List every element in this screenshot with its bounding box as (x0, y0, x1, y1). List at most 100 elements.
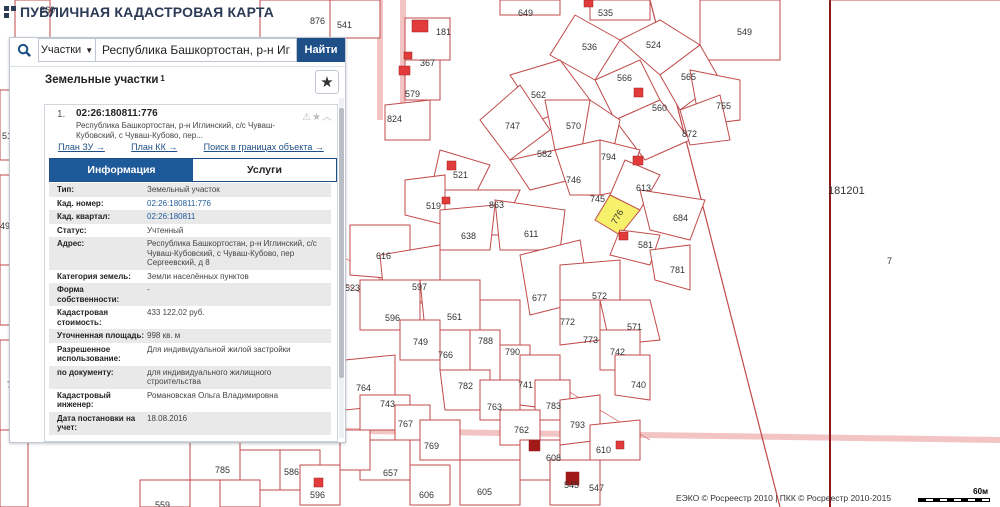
plot-label: 519 (426, 201, 441, 211)
plot-label: 610 (596, 445, 611, 455)
star-icon[interactable]: ★ (312, 112, 322, 123)
attribute-row: Адрес: Республика Башкортостан, р-н Иглин… (49, 237, 331, 270)
attribute-value[interactable]: 02:26:180811:776 (147, 199, 331, 209)
warning-icon[interactable]: ⚠ (302, 112, 312, 123)
plot-label: 536 (582, 42, 597, 52)
card-actions: ⚠★︿ (302, 108, 333, 123)
attribute-value: Романовская Ольга Владимировна (147, 390, 279, 400)
attribute-key: Категория земель: (57, 271, 131, 281)
collapse-icon[interactable]: ︿ (322, 112, 333, 123)
plot-label: 524 (646, 40, 661, 50)
plot-label: 788 (478, 336, 493, 346)
scale-bar: 60м (918, 487, 990, 503)
plot-label: 742 (610, 347, 625, 357)
object-card-header: 1. 02:26:180811:776 Республика Башкортос… (45, 105, 337, 155)
attribute-row: Статус: Учтенный (49, 224, 331, 238)
plot-label: 559 (155, 500, 170, 507)
plot-label: 586 (284, 467, 299, 477)
plot-label: 785 (215, 465, 230, 475)
attribute-value[interactable]: 02:26:180811 (147, 212, 331, 222)
attribute-value: Для индивидуальной жилой застройки (147, 344, 291, 354)
attribute-key: Кад. номер: (57, 198, 104, 208)
tab-info[interactable]: Информация (50, 159, 193, 181)
plan-zu-link[interactable]: План ЗУ → (58, 142, 105, 154)
attribute-key: Адрес: (57, 239, 85, 248)
plot-label: 677 (532, 293, 547, 303)
find-button[interactable]: Найти (297, 38, 345, 62)
search-panel: Участки ▼ Найти Земельные участки1 ★ 1. … (9, 37, 346, 443)
attribute-key: Форма собственности: (57, 285, 120, 304)
attribute-value: - (147, 285, 150, 294)
attribute-row: Тип: Земельный участок (49, 183, 331, 197)
attribute-value: 998 кв. м (147, 331, 181, 340)
attribute-value: Земельный участок (147, 185, 220, 194)
plan-kk-link[interactable]: План КК → (131, 142, 177, 154)
plot-label: 790 (505, 347, 520, 357)
plot-label: 565 (681, 72, 696, 82)
search-input[interactable] (95, 38, 297, 62)
plot-label: 367 (420, 58, 435, 68)
plot-label: 570 (566, 121, 581, 131)
plot-label: 616 (376, 251, 391, 261)
plot-label: 749 (413, 337, 428, 347)
plot-label: 545 (564, 480, 579, 490)
chevron-down-icon: ▼ (85, 45, 94, 55)
app-title: ПУБЛИЧНАЯ КАДАСТРОВАЯ КАРТА (20, 4, 275, 20)
plot-label: 863 (489, 200, 504, 210)
panel-scrollbar[interactable] (339, 98, 344, 438)
rosreestr-logo-icon (4, 6, 16, 18)
plot-label: 766 (438, 350, 453, 360)
plot-label: 523 (345, 283, 360, 293)
plot-label: 743 (380, 399, 395, 409)
plot-label: 611 (524, 229, 538, 239)
brand: ПУБЛИЧНАЯ КАДАСТРОВАЯ КАРТА (4, 4, 274, 20)
attribute-row: по документу: для индивидуального жилищно… (49, 365, 331, 389)
scroll-thumb[interactable] (339, 108, 344, 378)
results-count: 1 (160, 74, 165, 83)
attribute-key: Разрешенное использование: (57, 344, 121, 364)
attribute-row: Уточненная площадь: 998 кв. м (49, 329, 331, 343)
attribute-row: Кадастровый инженер: Романовская Ольга Вл… (49, 389, 331, 412)
object-address: Республика Башкортостан, р-н Иглинский, … (76, 121, 276, 140)
search-bar: Участки ▼ Найти (10, 38, 345, 62)
attribute-row: Кадастровая стоимость: 433 122,02 руб. (49, 306, 331, 329)
plot-label: 566 (617, 73, 632, 83)
object-attributes: Тип: Земельный участок Кад. номер: 02:26:18… (49, 183, 331, 435)
tab-services[interactable]: Услуги (193, 159, 336, 181)
search-in-bounds-link[interactable]: Поиск в границах объекта → (204, 142, 324, 154)
plot-label: 782 (458, 381, 473, 391)
object-tabs: Информация Услуги (49, 158, 337, 182)
attribute-value: Земли населённых пунктов (147, 271, 249, 281)
plot-label: 772 (560, 317, 575, 327)
attribute-row: Категория земель: Земли населённых пункто… (49, 270, 331, 284)
favorite-star-button[interactable]: ★ (315, 70, 339, 94)
plot-label: 541 (337, 20, 352, 30)
attribute-row: Форма собственности: - (49, 283, 331, 306)
search-mode-select[interactable]: Участки ▼ (38, 38, 95, 62)
plot-label: 746 (566, 175, 581, 185)
plot-label: 794 (601, 152, 616, 162)
attribute-key: Статус: (57, 225, 87, 235)
plot-label: 608 (546, 453, 561, 463)
scale-label: 60м (973, 487, 988, 496)
attribute-value: 18.08.2016 (147, 413, 188, 423)
attribute-value: Республика Башкортостан, р-н Иглинский, … (147, 239, 317, 267)
attribute-key: Дата постановки на учет: (57, 413, 136, 433)
plot-label: 597 (412, 282, 427, 292)
attribute-key: Кадастровый инженер: (57, 390, 111, 410)
plot-label: 572 (592, 291, 607, 301)
attribute-row: Кад. номер: 02:26:180811:776 (49, 197, 331, 211)
plot-label: 606 (419, 490, 434, 500)
plot-label: 579 (405, 89, 420, 99)
plot-label: 521 (453, 170, 468, 180)
plot-label: 872 (682, 129, 697, 139)
object-cad-number[interactable]: 02:26:180811:776 (76, 108, 158, 119)
search-icon[interactable] (10, 38, 38, 62)
plot-label: 769 (424, 441, 439, 451)
plot-label: 763 (487, 402, 502, 412)
plot-label: 582 (537, 149, 552, 159)
plot-label: 181201 (828, 185, 865, 197)
plot-label: 783 (546, 401, 561, 411)
plot-label: 745 (590, 194, 605, 204)
scale-ruler (918, 498, 990, 502)
